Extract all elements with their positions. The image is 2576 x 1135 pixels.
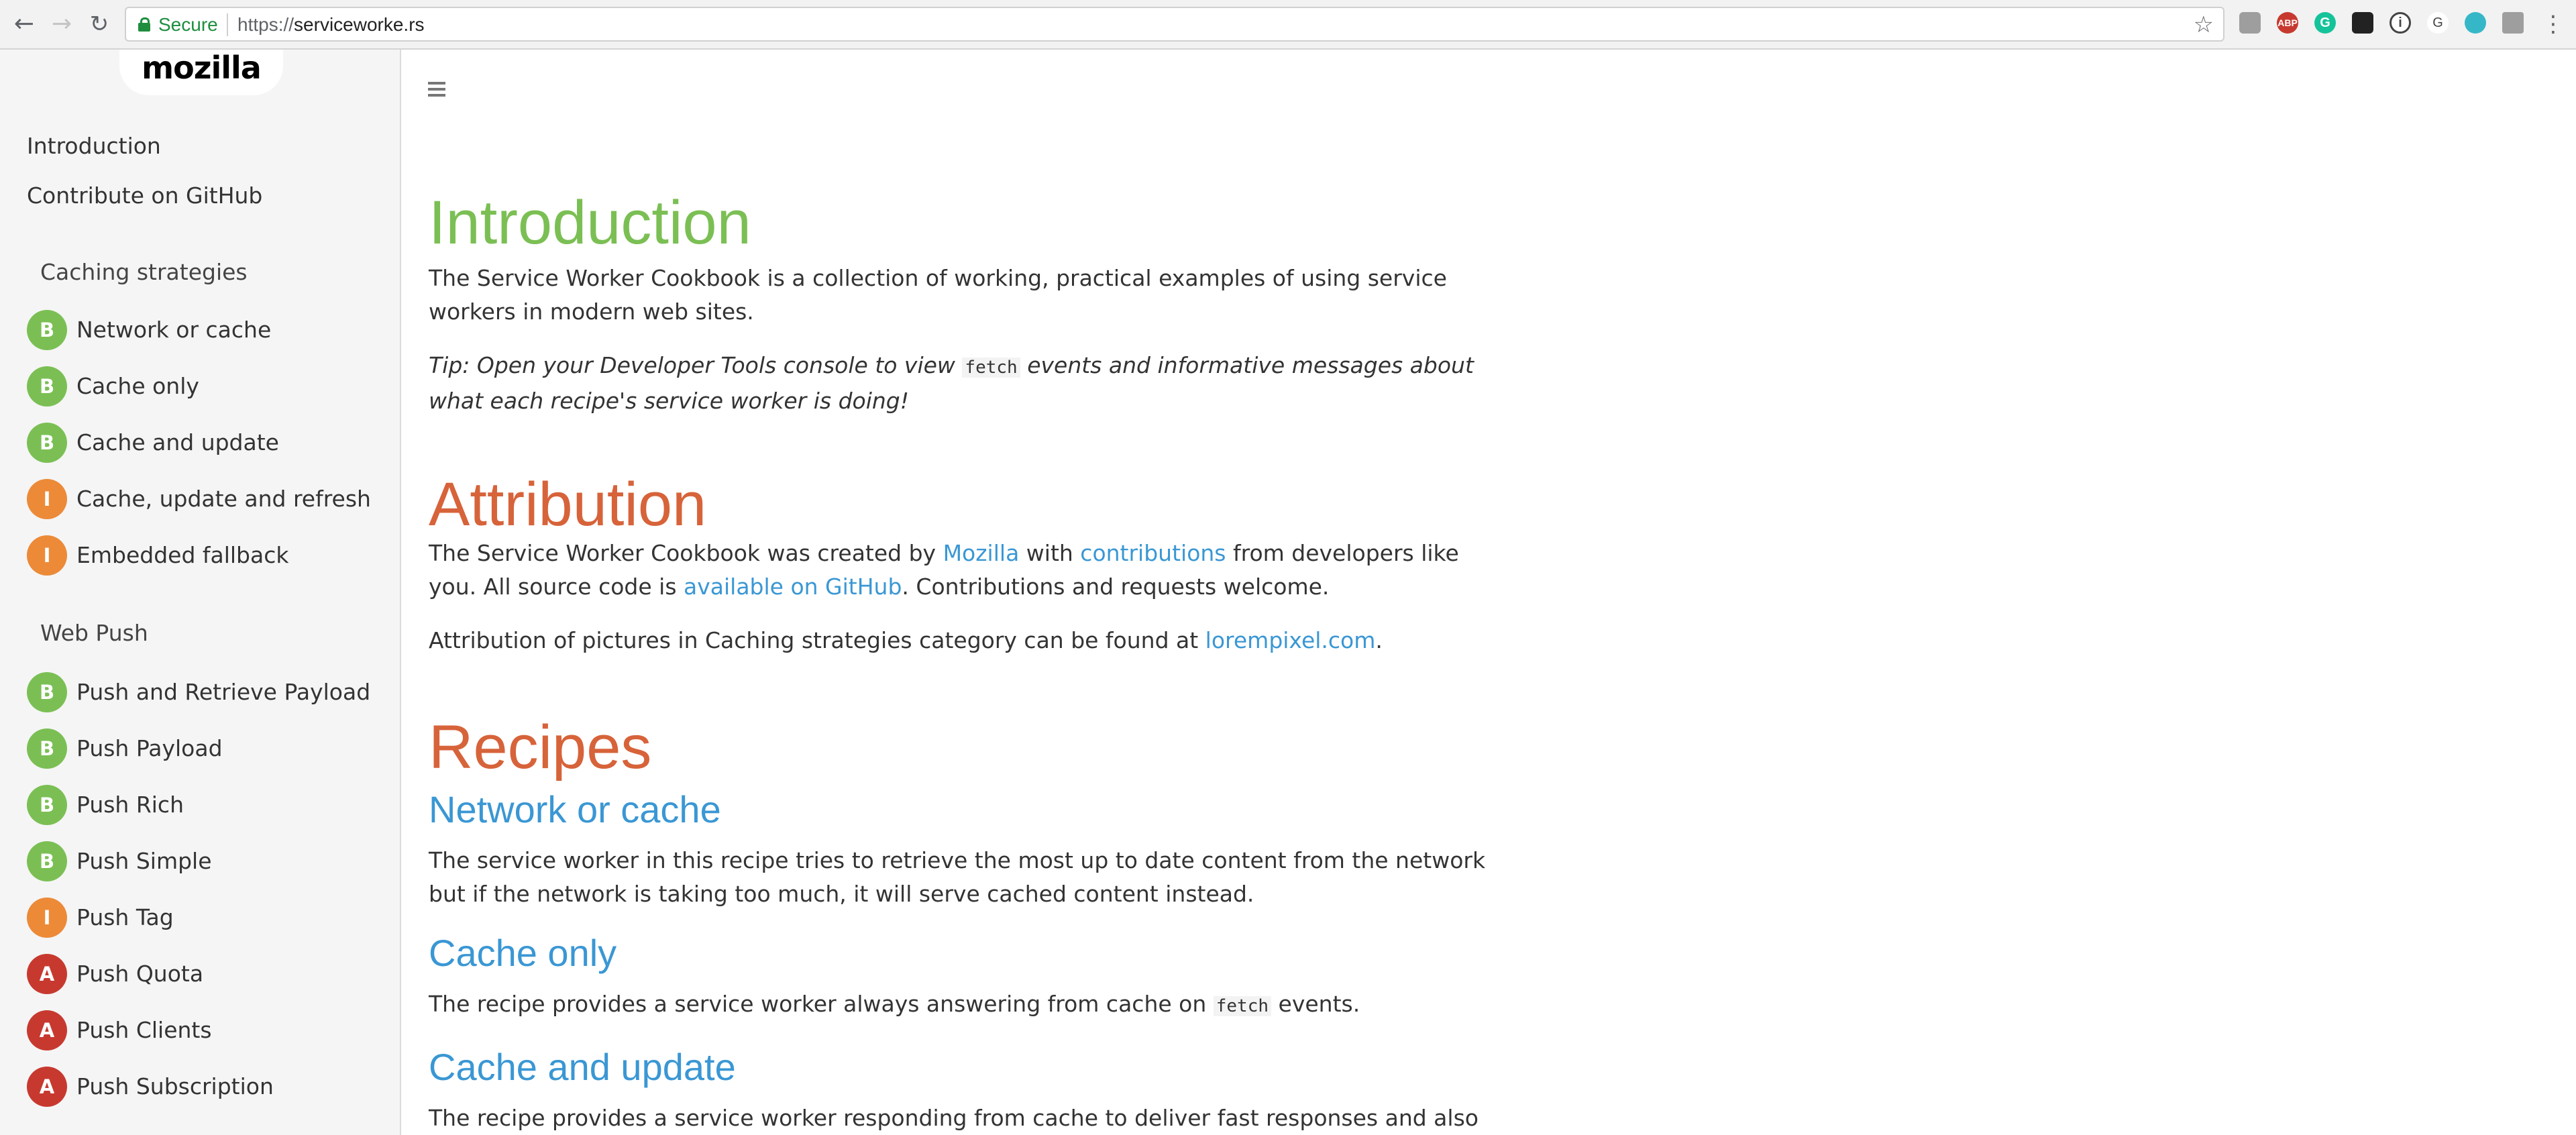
teal-extension-icon[interactable]: [2465, 12, 2486, 34]
sidebar-link-contribute[interactable]: Contribute on GitHub: [27, 182, 262, 209]
sidebar: mozilla Introduction Contribute on GitHu…: [0, 50, 401, 1135]
sidebar-item-embedded-fallback[interactable]: I Embedded fallback: [27, 535, 389, 576]
recipe-title-cache-and-update[interactable]: Cache and update: [429, 1045, 736, 1089]
sidebar-item-push-payload[interactable]: B Push Payload: [27, 728, 389, 769]
recipe-label: Push Payload: [76, 735, 223, 761]
sidebar-item-push-rich[interactable]: B Push Rich: [27, 785, 389, 825]
hamburger-icon[interactable]: [428, 82, 445, 97]
cache-only-code: fetch: [1213, 996, 1272, 1016]
pictures-attribution-paragraph: Attribution of pictures in Caching strat…: [429, 624, 1502, 657]
heading-attribution: Attribution: [429, 470, 707, 539]
mozilla-logo[interactable]: mozilla: [119, 50, 283, 95]
recipe-label: Push Quota: [76, 961, 204, 987]
camera-extension-icon[interactable]: [2239, 12, 2261, 34]
recipe-title-network-or-cache[interactable]: Network or cache: [429, 788, 721, 832]
sidebar-item-push-tag[interactable]: I Push Tag: [27, 898, 389, 938]
sidebar-item-push-quota[interactable]: A Push Quota: [27, 954, 389, 994]
sidebar-item-cache-only[interactable]: B Cache only: [27, 366, 389, 407]
intermediate-badge: I: [27, 479, 67, 519]
sidebar-item-network-or-cache[interactable]: B Network or cache: [27, 310, 389, 350]
pictures-text-b: .: [1375, 627, 1383, 653]
section-caching-strategies: Caching strategies: [40, 259, 248, 285]
reload-icon[interactable]: ↻: [85, 9, 114, 39]
sidebar-link-introduction[interactable]: Introduction: [27, 133, 161, 160]
url-divider: [227, 13, 228, 36]
cache-only-text-b: events.: [1271, 991, 1360, 1017]
cache-only-text-a: The recipe provides a service worker alw…: [429, 991, 1214, 1017]
recipe-label: Push Clients: [76, 1017, 212, 1043]
forward-icon[interactable]: →: [47, 9, 76, 39]
advanced-badge: A: [27, 1067, 67, 1107]
tip-paragraph: Tip: Open your Developer Tools console t…: [429, 349, 1502, 418]
url-text[interactable]: https://serviceworke.rs: [237, 14, 425, 36]
star-icon[interactable]: ☆: [2194, 12, 2214, 38]
section-web-push: Web Push: [40, 620, 148, 646]
basic-badge: B: [27, 672, 67, 712]
pictures-text-a: Attribution of pictures in Caching strat…: [429, 627, 1205, 653]
sidebar-item-push-clients[interactable]: A Push Clients: [27, 1010, 389, 1050]
tip-code: fetch: [962, 358, 1020, 378]
advanced-badge: A: [27, 1010, 67, 1050]
glasses-extension-icon[interactable]: [2352, 12, 2373, 34]
advanced-badge: A: [27, 954, 67, 994]
intro-paragraph: The Service Worker Cookbook is a collect…: [429, 265, 1447, 325]
heading-introduction: Introduction: [429, 188, 751, 257]
recipe-desc-network-or-cache: The service worker in this recipe tries …: [429, 847, 1486, 907]
basic-badge: B: [27, 310, 67, 350]
tip-prefix: Tip: Open your Developer Tools console t…: [429, 352, 963, 378]
sidebar-item-cache-and-update[interactable]: B Cache and update: [27, 423, 389, 463]
heading-recipes: Recipes: [429, 713, 652, 781]
main-content: Introduction The Service Worker Cookbook…: [401, 50, 2576, 1135]
recipe-label: Cache, update and refresh: [76, 486, 371, 512]
kebab-menu-icon[interactable]: ⋮: [2538, 9, 2568, 39]
sidebar-item-push-retrieve-payload[interactable]: B Push and Retrieve Payload: [27, 672, 389, 712]
notes-extension-icon[interactable]: [2502, 12, 2524, 34]
attribution-text-b: with: [1019, 540, 1081, 566]
recipe-desc-cache-only: The recipe provides a service worker alw…: [429, 987, 1502, 1023]
recipe-label: Network or cache: [76, 317, 272, 343]
sidebar-item-push-subscription[interactable]: A Push Subscription: [27, 1067, 389, 1107]
basic-badge: B: [27, 366, 67, 407]
basic-badge: B: [27, 423, 67, 463]
google-extension-icon[interactable]: G: [2427, 12, 2449, 34]
basic-badge: B: [27, 785, 67, 825]
recipe-label: Push Tag: [76, 904, 174, 930]
secure-label: Secure: [158, 14, 218, 35]
attribution-paragraph: The Service Worker Cookbook was created …: [429, 537, 1502, 604]
recipe-label: Cache only: [76, 373, 199, 399]
recipe-label: Embedded fallback: [76, 542, 289, 568]
recipe-label: Push Subscription: [76, 1073, 274, 1099]
info-extension-icon[interactable]: i: [2390, 12, 2411, 34]
browser-toolbar: ← → ↻ Secure https://serviceworke.rs ☆ A…: [0, 0, 2576, 50]
recipe-label: Cache and update: [76, 429, 279, 455]
adblock-extension-icon[interactable]: ABP: [2277, 12, 2298, 34]
intermediate-badge: I: [27, 898, 67, 938]
logo-text: mozilla: [142, 50, 262, 86]
basic-badge: B: [27, 841, 67, 881]
recipe-label: Push Rich: [76, 792, 184, 818]
lock-icon: [138, 17, 150, 32]
recipe-label: Push Simple: [76, 848, 212, 874]
recipe-label: Push and Retrieve Payload: [76, 679, 371, 705]
sidebar-item-push-simple[interactable]: B Push Simple: [27, 841, 389, 881]
basic-badge: B: [27, 728, 67, 769]
url-scheme: https://: [237, 14, 294, 35]
intermediate-badge: I: [27, 535, 67, 576]
attribution-text-d: . Contributions and requests welcome.: [902, 574, 1330, 600]
grammarly-extension-icon[interactable]: G: [2314, 12, 2336, 34]
back-icon[interactable]: ←: [9, 9, 39, 39]
url-host: serviceworke.rs: [294, 14, 425, 35]
contributions-link[interactable]: contributions: [1080, 540, 1226, 566]
recipe-desc-cache-and-update: The recipe provides a service worker res…: [429, 1105, 1479, 1131]
sidebar-item-cache-update-refresh[interactable]: I Cache, update and refresh: [27, 479, 389, 519]
recipe-title-cache-only[interactable]: Cache only: [429, 931, 616, 975]
lorempixel-link[interactable]: lorempixel.com: [1205, 627, 1376, 653]
mozilla-link[interactable]: Mozilla: [943, 540, 1020, 566]
attribution-text-a: The Service Worker Cookbook was created …: [429, 540, 943, 566]
github-link[interactable]: available on GitHub: [684, 574, 902, 600]
address-bar[interactable]: Secure https://serviceworke.rs ☆: [125, 7, 2224, 42]
